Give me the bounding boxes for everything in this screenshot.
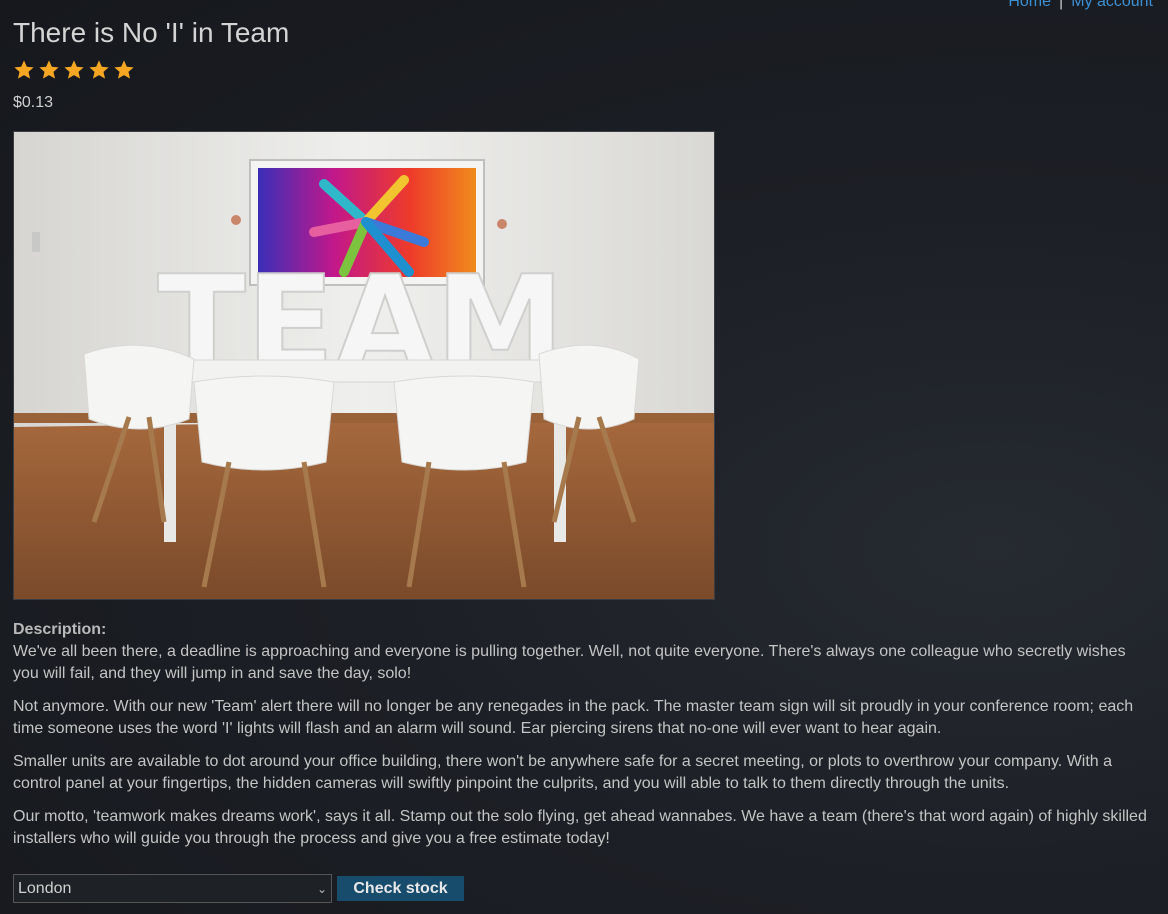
nav-separator: | <box>1059 0 1064 10</box>
description-label: Description: <box>13 621 107 638</box>
product-price: $0.13 <box>13 94 54 111</box>
home-link[interactable]: Home <box>1008 0 1051 10</box>
star-icon <box>14 60 34 79</box>
star-icon <box>89 60 109 79</box>
product-title: There is No 'I' in Team <box>13 17 290 48</box>
check-stock-button[interactable]: Check stock <box>337 876 464 901</box>
stock-check-form: London ⌄ Check stock <box>13 874 464 903</box>
description-paragraph: We've all been there, a deadline is appr… <box>13 643 1126 682</box>
product-description: Description: We've all been there, a dea… <box>13 619 1153 861</box>
rating-stars <box>13 59 135 81</box>
store-select[interactable]: London ⌄ <box>13 874 332 903</box>
top-nav: Home | My account <box>1008 0 1153 12</box>
description-paragraph: Our motto, 'teamwork makes dreams work',… <box>13 808 1147 847</box>
star-icon <box>39 60 59 79</box>
chevron-down-icon: ⌄ <box>316 881 327 896</box>
description-paragraph: Smaller units are available to dot aroun… <box>13 753 1113 792</box>
my-account-link[interactable]: My account <box>1071 0 1153 10</box>
star-icon <box>114 60 134 79</box>
store-select-value: London <box>18 879 72 897</box>
description-paragraph: Not anymore. With our new 'Team' alert t… <box>13 698 1134 737</box>
star-icon <box>64 60 84 79</box>
product-image: TEAM <box>13 131 715 600</box>
